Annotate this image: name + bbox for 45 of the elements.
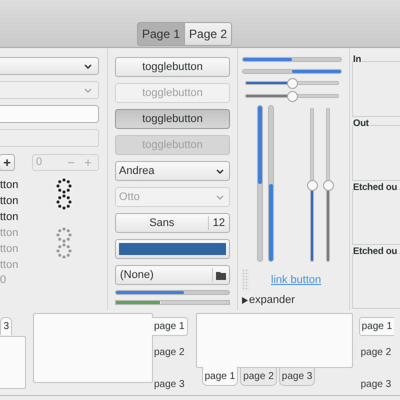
- notebook-tab[interactable]: page 3: [278, 367, 316, 386]
- folder-icon: [216, 270, 226, 280]
- font-name: Sans: [148, 216, 176, 231]
- flat-button[interactable]: tton: [0, 209, 55, 225]
- slider-handle[interactable]: [287, 78, 298, 88]
- vertical-slider[interactable]: [306, 108, 318, 262]
- increment-button[interactable]: +: [0, 154, 15, 171]
- stack-switcher-button[interactable]: Page 1: [137, 22, 186, 46]
- font-button[interactable]: Sans 12: [115, 213, 230, 233]
- chevron-icon: [216, 194, 224, 200]
- flat-button[interactable]: tton: [0, 177, 55, 193]
- notebook-tab[interactable]: page 2: [240, 367, 277, 386]
- flat-button[interactable]: tton: [0, 193, 55, 209]
- notebook-tab[interactable]: page 2: [358, 344, 394, 361]
- cut-text: 0: [0, 273, 8, 287]
- file-button[interactable]: (None): [115, 265, 230, 285]
- notebook-tab[interactable]: page 3: [358, 376, 394, 393]
- expander-arrow-icon: [242, 296, 248, 304]
- expander[interactable]: expander: [242, 292, 342, 308]
- notebook-tab[interactable]: page 2: [152, 344, 187, 361]
- toggle-button[interactable]: togglebutton: [115, 57, 230, 77]
- slider[interactable]: [245, 90, 339, 102]
- notebook-tab[interactable]: page 1: [152, 317, 188, 336]
- chevron-icon: [84, 64, 92, 68]
- dropdown[interactable]: Andrea: [115, 161, 230, 181]
- notebook-tab[interactable]: page 1: [358, 317, 394, 336]
- toggle-button[interactable]: togglebutton: [115, 109, 230, 129]
- text-field[interactable]: [0, 105, 99, 123]
- spin-value: 0: [36, 155, 44, 170]
- drag-handle[interactable]: [242, 269, 249, 291]
- vertical-slider[interactable]: [322, 108, 334, 262]
- slider-handle[interactable]: [322, 180, 334, 191]
- file-name: (None): [120, 268, 155, 283]
- dropdown[interactable]: [0, 57, 99, 75]
- notebook-tab[interactable]: page 3: [152, 376, 187, 393]
- slider[interactable]: [245, 77, 339, 89]
- chevron-icon: [84, 88, 92, 92]
- slider-handle[interactable]: [287, 90, 298, 102]
- chevron-icon: [216, 168, 224, 174]
- stack-switcher-button[interactable]: Page 2: [184, 22, 232, 46]
- font-size: 12: [208, 216, 229, 230]
- notebook-tab[interactable]: 3: [0, 317, 12, 335]
- color-button[interactable]: [115, 239, 230, 259]
- notebook-tab[interactable]: page 1: [202, 367, 238, 386]
- slider-handle[interactable]: [306, 180, 318, 191]
